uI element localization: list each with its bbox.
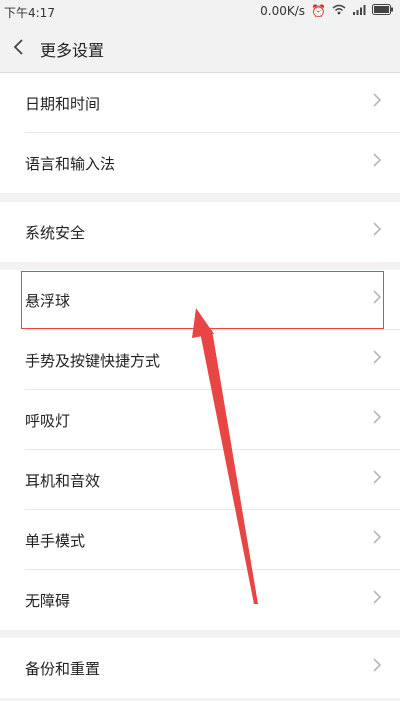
chevron-right-icon	[372, 468, 382, 491]
chevron-right-icon	[372, 348, 382, 371]
chevron-right-icon	[372, 91, 382, 114]
settings-item-label: 单手模式	[25, 532, 86, 550]
settings-group-4: 备份和重置	[0, 638, 400, 698]
settings-item-label: 备份和重置	[25, 660, 101, 678]
battery-icon	[372, 4, 394, 18]
title-bar: 更多设置	[0, 24, 400, 73]
page-title: 更多设置	[40, 41, 105, 60]
signal-icon	[352, 4, 366, 18]
settings-item-floating-ball[interactable]: 悬浮球	[0, 270, 400, 330]
settings-item-headphones-audio[interactable]: 耳机和音效	[0, 450, 400, 510]
back-arrow-icon[interactable]	[12, 36, 32, 60]
settings-item-accessibility[interactable]: 无障碍	[0, 570, 400, 630]
settings-item-backup-reset[interactable]: 备份和重置	[0, 638, 400, 698]
settings-item-label: 耳机和音效	[25, 472, 101, 490]
status-bar: 下午4:17 0.00K/s ⏰	[0, 0, 400, 24]
settings-item-gestures-shortcuts[interactable]: 手势及按键快捷方式	[0, 330, 400, 390]
chevron-right-icon	[372, 151, 382, 174]
settings-item-label: 无障碍	[25, 592, 71, 610]
settings-item-label: 系统安全	[25, 224, 86, 242]
settings-group-2: 系统安全	[0, 202, 400, 262]
settings-item-label: 日期和时间	[25, 95, 101, 113]
settings-item-system-security[interactable]: 系统安全	[0, 202, 400, 262]
settings-group-1: 日期和时间 语言和输入法	[0, 73, 400, 193]
chevron-right-icon	[372, 528, 382, 551]
settings-item-label: 悬浮球	[25, 292, 71, 310]
chevron-right-icon	[372, 588, 382, 611]
settings-item-language-input[interactable]: 语言和输入法	[0, 133, 400, 193]
settings-item-label: 手势及按键快捷方式	[25, 352, 161, 370]
settings-group-3: 悬浮球 手势及按键快捷方式 呼吸灯 耳机和音效 单手模式 无障碍	[0, 270, 400, 630]
alarm-icon: ⏰	[311, 4, 326, 18]
status-time: 下午4:17	[4, 6, 55, 20]
chevron-right-icon	[372, 656, 382, 679]
network-speed: 0.00K/s	[260, 4, 306, 18]
settings-item-label: 语言和输入法	[25, 155, 116, 173]
chevron-right-icon	[372, 288, 382, 311]
chevron-right-icon	[372, 220, 382, 243]
settings-item-one-hand-mode[interactable]: 单手模式	[0, 510, 400, 570]
chevron-right-icon	[372, 408, 382, 431]
settings-item-date-time[interactable]: 日期和时间	[0, 73, 400, 133]
settings-item-breathing-light[interactable]: 呼吸灯	[0, 390, 400, 450]
wifi-icon	[332, 4, 346, 18]
settings-item-label: 呼吸灯	[25, 412, 71, 430]
